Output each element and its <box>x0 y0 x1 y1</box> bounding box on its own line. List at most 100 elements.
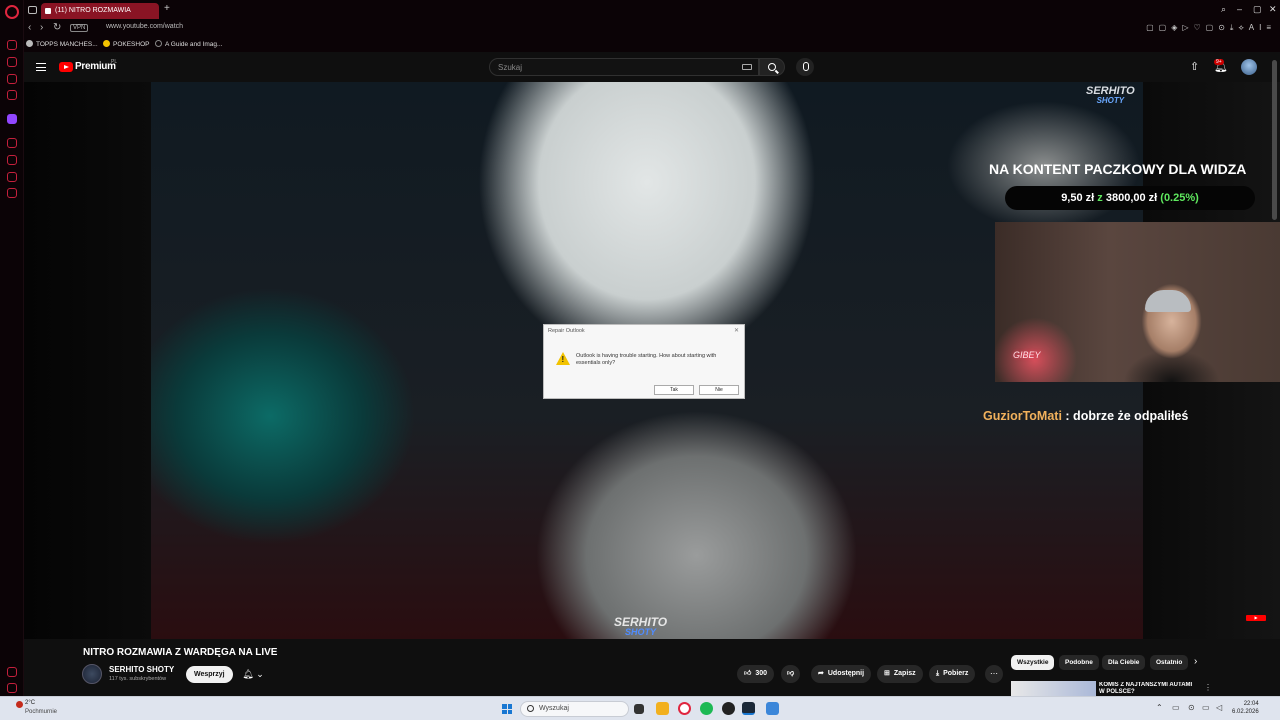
dialog-yes-button[interactable]: Tak <box>654 385 694 395</box>
tray-chevron-icon[interactable]: ⌃ <box>1156 703 1163 712</box>
sidebar-clock-icon[interactable] <box>7 138 17 148</box>
keyboard-icon[interactable] <box>742 64 752 70</box>
search-tabs-icon[interactable]: ⌕ <box>1221 4 1226 15</box>
video-title: NITRO ROZMAWIA Z WARDĘGA NA LIVE <box>83 647 278 658</box>
windows-taskbar: 2°C Pochmurnie Wyszukaj ⌃ ▭ ⊙ ▭ ◁ 22:04 … <box>0 696 1280 720</box>
address-bar: ‹ › ↻ VPN www.youtube.com/watch ▢▢◈▷♡▢⊙⤓… <box>24 21 1280 37</box>
chip-for-you[interactable]: Dla Ciebie <box>1102 655 1146 670</box>
search-icon <box>768 63 776 71</box>
voice-search-icon[interactable] <box>796 58 814 76</box>
support-button[interactable]: Wesprzyj <box>186 666 233 683</box>
download-button[interactable]: ⤓ Pobierz <box>929 665 976 683</box>
opera-taskbar-icon[interactable] <box>678 702 691 715</box>
page-scrollbar[interactable] <box>1272 60 1277 220</box>
chevron-right-icon[interactable]: › <box>1194 656 1197 667</box>
minimize-button[interactable]: – <box>1237 4 1242 14</box>
reload-icon[interactable]: ↻ <box>53 22 61 33</box>
sidebar-send-icon[interactable] <box>7 172 17 182</box>
like-button[interactable]: 👍︎ 300 <box>737 665 775 683</box>
sidebar-settings-icon[interactable] <box>7 188 17 198</box>
weather-icon[interactable] <box>16 701 23 708</box>
dislike-button[interactable]: 👎︎ <box>781 665 801 683</box>
webcam-overlay: GIBEY <box>995 222 1280 382</box>
obs-icon[interactable] <box>722 702 735 715</box>
sidebar-menu-icon[interactable] <box>7 683 17 693</box>
back-icon[interactable]: ‹ <box>28 22 31 33</box>
chip-recent[interactable]: Ostatnio <box>1150 655 1189 670</box>
toolbar-icons[interactable]: ▢▢◈▷♡▢⊙⤓⟡AI≡ <box>1146 23 1276 33</box>
taskbar-search[interactable]: Wyszukaj <box>520 701 629 717</box>
chat-username: GuziorToMati <box>983 409 1062 423</box>
forward-icon[interactable]: › <box>40 22 43 33</box>
weather-condition[interactable]: Pochmurnie <box>25 709 57 715</box>
sidebar-more-icon[interactable] <box>7 667 17 677</box>
task-view-icon[interactable] <box>634 704 644 714</box>
page-favicon-icon <box>155 40 162 47</box>
maximize-button[interactable]: ▢ <box>1253 4 1262 15</box>
chip-all[interactable]: Wszystkie <box>1011 655 1055 670</box>
sidebar-history-icon[interactable] <box>7 74 17 84</box>
dialog-no-button[interactable]: Nie <box>699 385 739 395</box>
youtube-brand[interactable]: Premium <box>75 61 116 72</box>
goal-current: 9,50 zł <box>1061 192 1095 204</box>
chat-text: : dobrze że odpaliłeś <box>1065 409 1189 423</box>
tab-youtube[interactable]: (11) NITRO ROZMAWIA <box>41 3 159 19</box>
search-input[interactable]: Szukaj <box>489 58 759 76</box>
youtube-region: PL <box>111 59 118 65</box>
workspace-icon[interactable] <box>28 6 37 14</box>
channel-name[interactable]: SERHITO SHOTY <box>109 665 174 674</box>
sidebar-twitch-icon[interactable] <box>7 114 17 124</box>
sidebar-pinboard-icon[interactable] <box>7 90 17 100</box>
upload-icon[interactable]: ⇧ <box>1190 60 1199 73</box>
watch-metadata: NITRO ROZMAWIA Z WARDĘGA NA LIVE SERHITO… <box>24 639 1280 696</box>
weather-temp[interactable]: 2°C <box>25 700 35 706</box>
microphone-icon[interactable]: ⊙ <box>1188 703 1195 712</box>
chip-related[interactable]: Podobne <box>1059 655 1099 670</box>
dialog-title: Repair Outlook <box>548 328 585 334</box>
thumbs-up-icon: 👍︎ <box>744 670 752 677</box>
sidebar-history2-icon[interactable] <box>7 155 17 165</box>
sidebar-messenger-icon[interactable] <box>7 40 17 50</box>
share-button[interactable]: ➦ Udostępnij <box>811 665 872 683</box>
save-button[interactable]: ⊞ Zapisz <box>877 665 923 683</box>
recommended-title[interactable]: KOMIS Z NAJTAŃSZYMI AUTAMI W POLSCE? <box>1099 682 1199 696</box>
search-placeholder: Szukaj <box>498 63 523 72</box>
donation-goal-bar: 9,50 zł z 3800,00 zł (0.25%) <box>1005 186 1255 210</box>
youtube-logo-icon[interactable] <box>59 62 73 72</box>
channel-avatar[interactable] <box>82 664 102 684</box>
more-actions-icon[interactable]: ⋯ <box>985 665 1003 683</box>
volume-icon[interactable]: ◁ <box>1216 703 1222 712</box>
share-icon: ➦ <box>818 670 824 677</box>
url-field[interactable]: www.youtube.com/watch <box>106 23 183 30</box>
pokeshop-favicon-icon <box>103 40 110 47</box>
subscription-bell-icon[interactable]: 🔔︎ ⌄ <box>237 666 269 683</box>
network-icon[interactable]: ▭ <box>1202 703 1210 712</box>
clock-date: 6.02.2026 <box>1232 709 1259 715</box>
bookmark-guide[interactable]: A Guide and Imag... <box>155 40 222 48</box>
bookmark-topps[interactable]: TOPPS MANCHES... <box>26 40 98 48</box>
opera-logo-icon[interactable] <box>5 5 19 19</box>
sidebar-bookmark-icon[interactable] <box>7 57 17 67</box>
steam-icon[interactable] <box>742 702 755 715</box>
bookmark-pokeshop[interactable]: POKESHOP <box>103 40 149 48</box>
tray-app-icon[interactable]: ▭ <box>1172 703 1180 712</box>
account-avatar[interactable] <box>1241 59 1257 75</box>
save-icon: ⊞ <box>884 670 890 677</box>
taskbar-search-icon <box>527 705 534 712</box>
taskbar-clock[interactable]: 22:04 6.02.2026 <box>1232 700 1259 716</box>
ai-label[interactable]: AI <box>1249 23 1267 32</box>
taskbar-search-label: Wyszukaj <box>539 705 569 712</box>
recommended-thumbnail[interactable] <box>1011 681 1096 696</box>
recommended-menu-icon[interactable]: ⋮ <box>1204 683 1212 692</box>
dialog-close-icon[interactable]: ✕ <box>734 327 739 334</box>
hamburger-menu-icon[interactable] <box>36 63 46 71</box>
windows-start-icon[interactable] <box>502 704 512 714</box>
spotify-icon[interactable] <box>700 702 713 715</box>
search-button[interactable] <box>759 58 785 76</box>
vpn-badge[interactable]: VPN <box>70 24 89 32</box>
close-window-button[interactable]: ✕ <box>1269 4 1277 15</box>
app-icon[interactable] <box>766 702 779 715</box>
video-letterbox-left <box>24 82 151 639</box>
file-explorer-icon[interactable] <box>656 702 669 715</box>
new-tab-button[interactable]: + <box>164 3 170 14</box>
